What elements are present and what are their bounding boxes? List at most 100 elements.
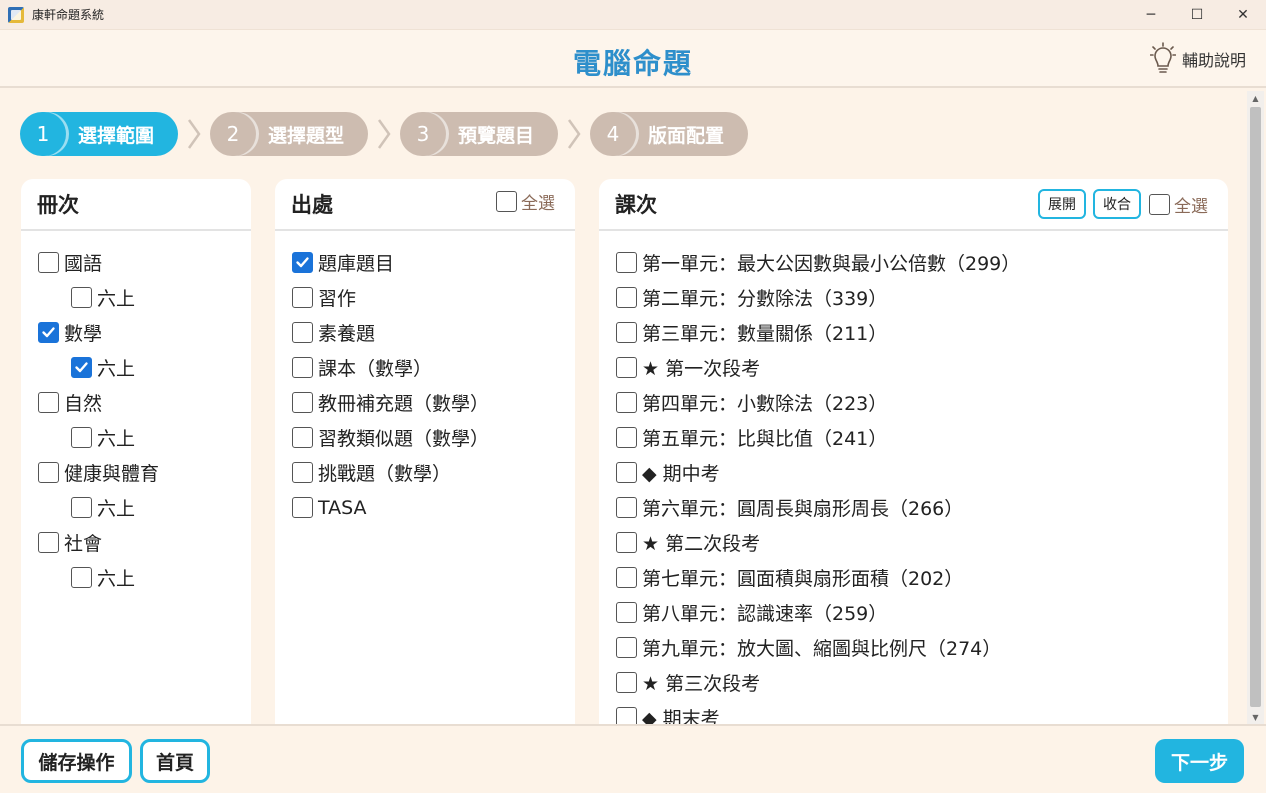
volume-grade-item[interactable]: 六上 (21, 420, 251, 455)
volume-checkbox[interactable] (38, 322, 59, 343)
lesson-checkbox[interactable] (616, 532, 637, 553)
volume-grade-item[interactable]: 六上 (21, 280, 251, 315)
lesson-checkbox[interactable] (616, 392, 637, 413)
step-4[interactable]: 4 版面配置 (590, 112, 749, 156)
volume-grade-item[interactable]: 六上 (21, 350, 251, 385)
source-select-all-checkbox[interactable] (496, 191, 517, 212)
lesson-item[interactable]: 第四單元：小數除法（223） (599, 385, 1228, 420)
lesson-checkbox[interactable] (616, 637, 637, 658)
lesson-checkbox[interactable] (616, 252, 637, 273)
lesson-checkbox[interactable] (616, 462, 637, 483)
lesson-item-label: 第七單元：圓面積與扇形面積（202） (642, 568, 964, 590)
lesson-item[interactable]: 第八單元：認識速率（259） (599, 595, 1228, 630)
lesson-item[interactable]: 第九單元：放大圖、縮圖與比例尺（274） (599, 630, 1228, 665)
lesson-item[interactable]: ★ 第一次段考 (599, 350, 1228, 385)
source-checkbox[interactable] (292, 497, 313, 518)
source-select-all[interactable]: 全選 (496, 189, 555, 214)
source-item[interactable]: TASA (275, 490, 575, 525)
expand-button[interactable]: 展開 (1038, 189, 1086, 219)
volume-subject-item[interactable]: 社會 (21, 525, 251, 560)
lesson-checkbox[interactable] (616, 672, 637, 693)
lesson-item-label: 第四單元：小數除法（223） (642, 393, 888, 415)
minimize-button[interactable]: ─ (1128, 0, 1174, 30)
volume-item-label: 國語 (64, 253, 103, 275)
lesson-checkbox[interactable] (616, 567, 637, 588)
lesson-item[interactable]: 第三單元：數量關係（211） (599, 315, 1228, 350)
lesson-select-all-checkbox[interactable] (1149, 193, 1170, 215)
volume-subject-item[interactable]: 數學 (21, 315, 251, 350)
step-number: 1 (20, 112, 66, 156)
lesson-item[interactable]: ★ 第二次段考 (599, 525, 1228, 560)
volume-checkbox[interactable] (38, 392, 59, 413)
source-item[interactable]: 教冊補充題（數學） (275, 385, 575, 420)
source-checkbox[interactable] (292, 427, 313, 448)
lesson-checkbox[interactable] (616, 602, 637, 623)
lesson-checkbox[interactable] (616, 357, 637, 378)
lesson-checkbox[interactable] (616, 287, 637, 308)
volume-checkbox[interactable] (38, 252, 59, 273)
lesson-item[interactable]: 第二單元：分數除法（339） (599, 280, 1228, 315)
volume-checkbox[interactable] (71, 357, 92, 378)
window-titlebar: 康軒命題系統 ─ ☐ ✕ (0, 0, 1266, 30)
step-3[interactable]: 3 預覽題目 (400, 112, 559, 156)
volume-checkbox[interactable] (71, 287, 92, 308)
lesson-checkbox[interactable] (616, 322, 637, 343)
volume-checkbox[interactable] (71, 567, 92, 588)
lesson-item[interactable]: 第六單元：圓周長與扇形周長（266） (599, 490, 1228, 525)
source-item-label: 素養題 (318, 323, 376, 345)
source-checkbox[interactable] (292, 322, 313, 343)
source-checkbox[interactable] (292, 357, 313, 378)
home-button[interactable]: 首頁 (140, 739, 210, 783)
help-button[interactable]: 輔助說明 (1149, 42, 1246, 76)
collapse-button[interactable]: 收合 (1093, 189, 1141, 219)
source-item[interactable]: 習作 (275, 280, 575, 315)
volume-grade-item[interactable]: 六上 (21, 560, 251, 595)
source-panel: 出處 全選 題庫題目 習作 素養題 課本（數學） 教冊補充題（數學） 習教類似題（數學） 挑… (275, 179, 575, 739)
maximize-button[interactable]: ☐ (1174, 0, 1220, 30)
lesson-item[interactable]: 第一單元：最大公因數與最小公倍數（299） (599, 245, 1228, 280)
source-item[interactable]: 課本（數學） (275, 350, 575, 385)
lesson-item[interactable]: 第七單元：圓面積與扇形面積（202） (599, 560, 1228, 595)
lesson-item[interactable]: ★ 第三次段考 (599, 665, 1228, 700)
volume-subject-item[interactable]: 健康與體育 (21, 455, 251, 490)
source-checkbox[interactable] (292, 392, 313, 413)
step-chevron-icon (558, 118, 590, 150)
volume-item-label: 六上 (97, 498, 136, 520)
lesson-item[interactable]: ◆ 期中考 (599, 455, 1228, 490)
volume-checkbox[interactable] (71, 427, 92, 448)
volume-item-label: 健康與體育 (64, 463, 160, 485)
lesson-panel-title: 課次 (615, 193, 657, 217)
source-item[interactable]: 素養題 (275, 315, 575, 350)
volume-panel-title: 冊次 (37, 193, 79, 217)
source-item-label: TASA (318, 496, 367, 519)
volume-checkbox[interactable] (38, 462, 59, 483)
lesson-item-label: 第五單元：比與比值（241） (642, 428, 888, 450)
volume-checkbox[interactable] (71, 497, 92, 518)
lesson-select-all[interactable]: 全選 (1149, 192, 1208, 217)
source-item[interactable]: 題庫題目 (275, 245, 575, 280)
lesson-checkbox[interactable] (616, 497, 637, 518)
volume-subject-item[interactable]: 國語 (21, 245, 251, 280)
volume-checkbox[interactable] (38, 532, 59, 553)
source-item[interactable]: 挑戰題（數學） (275, 455, 575, 490)
scroll-thumb[interactable] (1250, 107, 1261, 707)
save-button[interactable]: 儲存操作 (21, 739, 132, 783)
scroll-up-icon[interactable]: ▲ (1247, 91, 1264, 105)
lesson-item-label: 第九單元：放大圖、縮圖與比例尺（274） (642, 638, 1002, 660)
source-list: 題庫題目 習作素養題課本（數學） 教冊補充題（數學） 習教類似題（數學） 挑戰題（數學）… (275, 231, 575, 525)
source-checkbox[interactable] (292, 462, 313, 483)
volume-grade-item[interactable]: 六上 (21, 490, 251, 525)
volume-subject-item[interactable]: 自然 (21, 385, 251, 420)
main-scrollbar[interactable]: ▲ ▼ (1247, 91, 1264, 724)
next-step-button[interactable]: 下一步 (1155, 739, 1244, 783)
source-checkbox[interactable] (292, 287, 313, 308)
step-2[interactable]: 2 選擇題型 (210, 112, 369, 156)
lesson-checkbox[interactable] (616, 427, 637, 448)
lesson-item[interactable]: 第五單元：比與比值（241） (599, 420, 1228, 455)
close-button[interactable]: ✕ (1220, 0, 1266, 30)
source-checkbox[interactable] (292, 252, 313, 273)
lesson-panel: 課次 展開 收合 全選 第一單元：最大公因數與最小公倍數（299） 第二單元：分數… (599, 179, 1228, 739)
source-item[interactable]: 習教類似題（數學） (275, 420, 575, 455)
step-1[interactable]: 1 選擇範圍 (20, 112, 179, 156)
scroll-down-icon[interactable]: ▼ (1247, 710, 1264, 724)
